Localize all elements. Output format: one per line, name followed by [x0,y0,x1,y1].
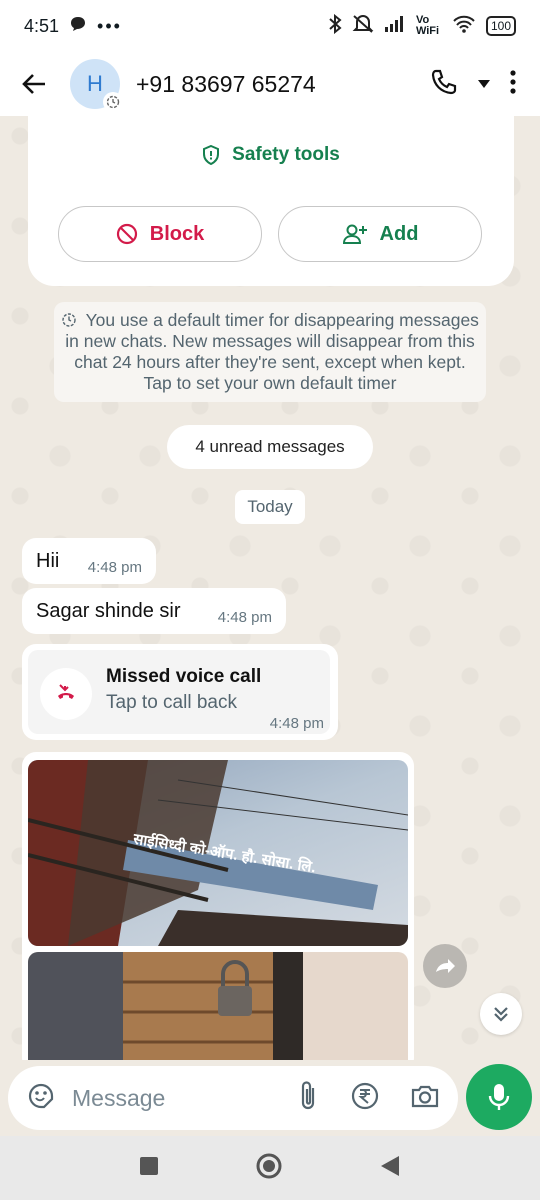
block-label: Block [149,222,205,245]
mute-icon [352,14,374,38]
message-text: Hii [36,550,60,572]
sticker-icon [28,1083,54,1108]
safety-tools-label: Safety tools [232,144,340,165]
timer-icon [62,313,76,327]
disappearing-note-text: You use a default timer for disappearing… [65,310,479,393]
chat-notification-icon [69,15,87,38]
message-bubble[interactable]: Sagar shinde sir 4:48 pm [22,588,286,634]
wifi-icon [452,15,476,37]
photo-message-bubble[interactable]: साईसिध्दी को-ऑप. हौ. सोसा. लि. [22,752,414,1072]
caret-down-icon [478,80,490,88]
missed-call-icon [40,668,92,720]
battery-indicator: 100 [485,16,516,36]
more-notifications-icon: ••• [97,15,122,36]
call-options-dropdown[interactable] [478,75,490,93]
date-separator: Today [235,490,305,524]
double-chevron-down-icon [494,1007,508,1022]
system-nav-bar [0,1136,540,1200]
block-button[interactable]: Block [58,206,262,262]
add-person-icon [342,224,367,244]
vowifi-label: Vo WiFi [415,14,440,37]
voice-message-button[interactable] [466,1064,532,1130]
contact-safety-card: Safety tools Block Add [28,116,514,286]
signal-icon [384,15,406,37]
message-input[interactable]: Message [72,1085,298,1112]
more-options-button[interactable] [510,69,516,99]
shop-sign-photo[interactable]: साईसिध्दी को-ऑप. हौ. सोसा. लि. [28,760,408,946]
nav-back-button[interactable] [379,1154,401,1183]
rupee-icon [351,1082,379,1109]
voice-call-button[interactable] [430,68,458,101]
avatar[interactable]: H [70,59,123,112]
paperclip-icon [301,1080,315,1109]
add-label: Add [379,222,419,245]
add-contact-button[interactable]: Add [278,206,482,262]
safety-tools-link[interactable]: Safety tools [28,144,514,166]
microphone-icon [488,1084,510,1110]
date-label: Today [247,497,293,516]
circle-home-icon [256,1153,282,1178]
home-button[interactable] [255,1152,283,1185]
message-time: 4:48 pm [217,609,272,626]
payment-button[interactable] [350,1081,380,1116]
forward-icon [436,959,455,973]
disappearing-timer-icon [103,92,123,112]
back-button[interactable] [14,64,54,104]
forward-button[interactable] [423,944,467,988]
message-bubble[interactable]: Hii 4:48 pm [22,538,156,584]
status-time: 4:51 [24,15,60,36]
shield-icon [203,145,220,165]
message-text: Sagar shinde sir [36,600,181,622]
bluetooth-icon [328,13,342,38]
recents-button[interactable] [139,1156,159,1181]
message-composer: Message [0,1060,540,1136]
status-bar: 4:51 ••• Vo WiFi 100 [0,0,540,52]
unread-messages-badge: 4 unread messages [167,425,373,469]
kebab-menu-icon [510,69,516,94]
phone-icon [431,69,457,94]
missed-call-title: Missed voice call [106,666,262,687]
camera-icon [411,1085,439,1107]
door-lock-photo[interactable] [28,952,408,1072]
sticker-button[interactable] [26,1081,56,1116]
disappearing-messages-note[interactable]: You use a default timer for disappearing… [54,302,486,402]
contact-name[interactable]: +91 83697 65274 [136,71,316,98]
message-time: 4:48 pm [87,559,142,576]
chat-header: H +91 83697 65274 [0,52,540,116]
attach-button[interactable] [298,1080,320,1117]
unread-label: 4 unread messages [195,437,345,456]
triangle-back-icon [381,1155,399,1176]
block-icon [116,223,137,245]
call-back-label: Tap to call back [106,692,237,713]
avatar-initial: H [87,71,103,96]
message-time: 4:48 pm [269,715,324,732]
square-icon [140,1156,158,1175]
camera-button[interactable] [410,1082,440,1115]
message-input-bar[interactable]: Message [8,1066,458,1130]
scroll-to-bottom-button[interactable] [480,993,522,1035]
back-arrow-icon [22,74,45,94]
missed-call-bubble[interactable]: Missed voice call Tap to call back 4:48 … [22,644,338,740]
